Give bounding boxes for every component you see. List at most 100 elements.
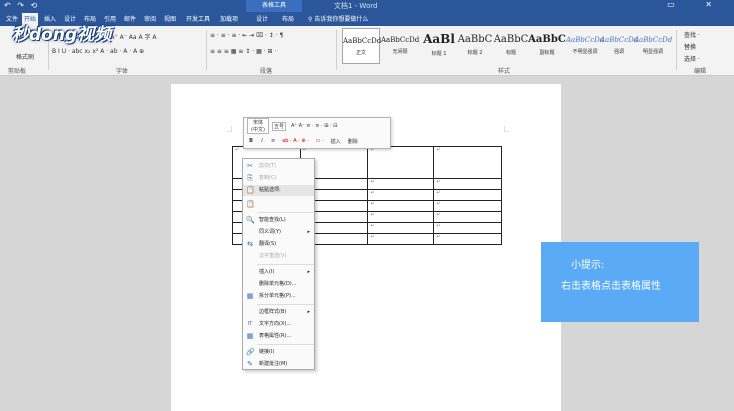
menu-item-label: 表格属性(R)... [259, 333, 292, 339]
menu-item-table-properties[interactable]: ▦ 表格属性(R)... [243, 331, 314, 342]
style-sample: AaBbC [528, 34, 566, 45]
submenu-arrow-icon: ▸ [307, 269, 310, 275]
style-name: 副标题 [539, 50, 555, 56]
menu-item-new-comment[interactable]: ✎ 新建批注(M) [243, 359, 314, 370]
menu-item-reconvert[interactable]: 汉字重选(V) [243, 251, 314, 262]
paragraph-controls-row2[interactable]: ≡ ≡ ≡ ▦ ≡ ↕ · ▦ · ⊞ · [210, 48, 276, 55]
style-heading-2[interactable]: AaBbC 标题 2 [456, 28, 494, 64]
menu-item-link[interactable]: 🔗 链接(I) [243, 347, 314, 358]
table-cell[interactable]: ↵ [433, 189, 502, 201]
style-sample: AaBbCcDd [566, 36, 605, 44]
menu-item-paste-keep-text[interactable]: 📋 [243, 199, 314, 210]
mini-delete-button[interactable]: 删除 [346, 137, 360, 146]
clipboard-group-label: 剪贴板 [8, 68, 27, 75]
style-normal[interactable]: AaBbCcDd 正文 [342, 28, 381, 64]
menu-item-border-styles[interactable]: 边框样式(B) ▸ [243, 307, 314, 318]
submenu-arrow-icon: ▸ [307, 309, 310, 315]
quick-access-toolbar[interactable]: ↶ ↷ ⟲ [4, 1, 39, 10]
translate-icon: ⇆ [247, 240, 253, 248]
tab-developer[interactable]: 开发工具 [184, 13, 212, 26]
table-cell[interactable]: ↵ [367, 211, 435, 223]
style-name: 正文 [355, 50, 366, 56]
mini-align-button[interactable]: ≡ [269, 137, 277, 145]
table-cell[interactable]: ↵ [433, 178, 502, 190]
menu-item-paste-options[interactable]: 📋 粘贴选项: [243, 185, 314, 196]
style-subtitle[interactable]: AaBbC 副标题 [528, 28, 566, 64]
clipboard-icon: 📋 [246, 186, 255, 194]
tab-review[interactable]: 审阅 [142, 13, 158, 26]
menu-item-label: 删除单元格(D)... [259, 281, 297, 287]
tell-me-search[interactable]: ⚲ 告诉我你想要做什么 [308, 14, 368, 23]
menu-item-copy[interactable]: ⎘ 复制(C) [243, 173, 314, 184]
submenu-arrow-icon: ▸ [307, 229, 310, 235]
watermark-logo: 秒dong视频 [12, 25, 112, 45]
select-button[interactable]: 选择 · [684, 54, 700, 63]
menu-item-insert[interactable]: 插入(I) ▸ [243, 267, 314, 278]
format-painter-button[interactable]: 格式刷 [16, 52, 34, 61]
menu-item-smart-lookup[interactable]: 🔍 智能查找(L) [243, 215, 314, 226]
paragraph-controls-row1[interactable]: ≡ · ≡ · ≡ · ⇤ ⇥ ⌧ · ↕ · ¶ [210, 32, 283, 39]
mini-color-buttons[interactable]: ab · A · ⊕ · [280, 137, 311, 145]
table-cell[interactable]: ↵ [367, 222, 435, 234]
table-cell[interactable]: ↵ [433, 146, 502, 179]
font-group-label: 字体 [116, 68, 129, 75]
table-cell[interactable]: ↵ [367, 200, 435, 212]
tab-addins[interactable]: 加载项 [218, 13, 240, 26]
style-sample: AaBbC [457, 34, 493, 45]
mini-borders-button[interactable]: ▭ · [314, 137, 326, 145]
table-cell[interactable]: ↵ [367, 146, 435, 179]
menu-item-split-cells[interactable]: ▦ 拆分单元格(P)... [243, 291, 314, 302]
menu-item-translate[interactable]: ⇆ 翻译(S) [243, 239, 314, 250]
table-cell[interactable]: ↵ [367, 189, 435, 201]
style-heading-1[interactable]: AaBl 标题 1 [420, 28, 458, 64]
replace-button[interactable]: 替换 [684, 42, 696, 51]
tab-view[interactable]: 视图 [162, 13, 178, 26]
mini-font-select[interactable]: 宋体 (中文) [247, 118, 269, 134]
style-emphasis[interactable]: AaBbCcDd 强调 [600, 28, 638, 64]
style-title[interactable]: AaBbC 标题 [492, 28, 530, 64]
tip-box: 小提示: 右击表格点击表格属性 [541, 242, 699, 322]
tip-body: 右击表格点击表格属性 [561, 281, 661, 292]
table-cell[interactable]: ↵ [433, 222, 502, 234]
menu-item-label: 边框样式(B) [259, 309, 287, 315]
table-cell[interactable]: ↵ [433, 233, 502, 245]
tell-me-text: 告诉我你想要做什么 [314, 16, 369, 23]
title-bar: ↶ ↷ ⟲ 表格工具 文档1 - Word ▭ ✕ [0, 0, 734, 12]
menu-item-label: 翻译(S) [259, 241, 277, 247]
mini-insert-button[interactable]: 插入 [329, 137, 343, 146]
style-sample: AaBl [423, 32, 455, 46]
table-cell[interactable]: ↵ [433, 211, 502, 223]
style-name: 明显强调 [642, 49, 663, 55]
margin-corner-mark [504, 126, 510, 132]
font-controls-row2[interactable]: B I U · abc x₂ x² A · ab · A · A ⊕ [52, 48, 144, 55]
tab-table-layout[interactable]: 布局 [280, 13, 296, 26]
style-subtle-emphasis[interactable]: AaBbCcDd 不明显强调 [566, 28, 604, 64]
copy-icon: ⎘ [247, 174, 253, 182]
menu-item-delete-cells[interactable]: 删除单元格(D)... [243, 279, 314, 290]
table-properties-icon: ▦ [246, 332, 254, 340]
find-button[interactable]: 查找 · [684, 30, 700, 39]
ribbon-divider [676, 30, 677, 70]
mini-format-buttons[interactable]: A⁺ A⁻ ≡ · ≡ · ⊞ · ⊟ [289, 122, 339, 130]
style-intense-emphasis[interactable]: AaBbCcDd 明显强调 [634, 28, 672, 64]
document-title: 文档1 - Word [334, 2, 378, 10]
mini-toolbar: 宋体 (中文) 五号 A⁺ A⁻ ≡ · ≡ · ⊞ · ⊟ B I ≡ ab … [243, 117, 391, 149]
mini-size-select[interactable]: 五号 [272, 121, 286, 131]
menu-separator [257, 212, 314, 213]
menu-item-synonyms[interactable]: 同义词(Y) ▸ [243, 227, 314, 238]
mini-italic-button[interactable]: I [258, 137, 266, 145]
window-controls[interactable]: ▭ ✕ [667, 0, 726, 9]
mini-toolbar-row: B I ≡ ab · A · ⊕ · ▭ · 插入 删除 [247, 135, 360, 147]
tab-table-design[interactable]: 设计 [254, 13, 270, 26]
menu-item-cut[interactable]: ✂ 剪切(T) [243, 161, 314, 172]
tip-title: 小提示: [571, 260, 605, 271]
style-name: 标题 1 [431, 51, 447, 57]
mini-bold-button[interactable]: B [247, 137, 255, 145]
tab-mailings[interactable]: 邮件 [122, 13, 138, 26]
style-no-spacing[interactable]: AaBbCcDd 无间隔 [381, 28, 419, 64]
table-cell[interactable]: ↵ [367, 233, 435, 245]
link-icon: 🔗 [246, 348, 255, 356]
menu-item-text-direction[interactable]: IT 文字方向(X)... [243, 319, 314, 330]
table-cell[interactable]: ↵ [433, 200, 502, 212]
table-cell[interactable]: ↵ [367, 178, 435, 190]
